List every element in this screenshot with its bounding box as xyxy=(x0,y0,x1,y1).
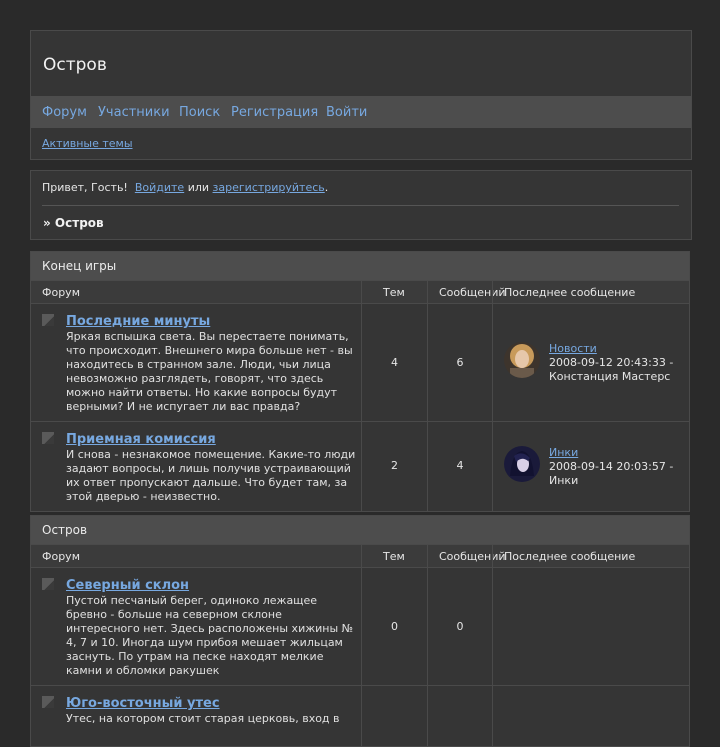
welcome-box: Привет, Гость! Войдите или зарегистрируй… xyxy=(30,170,692,240)
col-last-post: Последнее сообщение xyxy=(504,550,636,563)
forum-status-icon xyxy=(42,314,54,326)
register-link[interactable]: зарегистрируйтесь xyxy=(213,181,325,194)
col-posts: Сообщений xyxy=(439,286,506,299)
greeting-text: Привет, Гость! xyxy=(42,181,128,194)
forum-title-link[interactable]: Приемная комиссия xyxy=(66,432,216,447)
column-headers: Форум Тем Сообщений Последнее сообщение xyxy=(30,281,690,304)
dark-haired-avatar xyxy=(504,446,540,482)
active-topics-link[interactable]: Активные темы xyxy=(42,137,133,150)
forum-title-link[interactable]: Юго-восточный утес xyxy=(66,696,220,711)
category-title: Остров xyxy=(42,523,88,537)
col-topics: Тем xyxy=(383,286,405,299)
col-last-post: Последнее сообщение xyxy=(504,286,636,299)
forum-row: Юго-восточный утес Утес, на котором стои… xyxy=(30,686,690,747)
site-header: Остров Форум Участники Поиск Регистрация… xyxy=(30,30,692,160)
last-post-link[interactable]: Инки xyxy=(549,446,578,459)
nav-members[interactable]: Участники xyxy=(98,105,170,120)
category-end-game: Конец игры Форум Тем Сообщений Последнее… xyxy=(30,251,690,512)
last-post-meta: 2008-09-14 20:03:57 - Инки xyxy=(549,460,674,487)
forum-description: Пустой песчаный берег, одиноко лежащее б… xyxy=(66,594,354,677)
forum-row: Северный склон Пустой песчаный берег, од… xyxy=(30,568,690,686)
forum-title-link[interactable]: Последние минуты xyxy=(66,314,210,329)
category-header: Остров xyxy=(30,515,690,545)
nav-login[interactable]: Войти xyxy=(326,105,367,120)
posts-count: 6 xyxy=(456,356,464,369)
topics-count: 0 xyxy=(391,620,398,633)
col-posts: Сообщений xyxy=(439,550,506,563)
forum-description: Утес, на котором стоит старая церковь, в… xyxy=(66,712,340,725)
last-post-meta: 2008-09-12 20:43:33 - Констанция Мастерс xyxy=(549,356,674,383)
category-island: Остров Форум Тем Сообщений Последнее соо… xyxy=(30,515,690,747)
forum-title-link[interactable]: Северный склон xyxy=(66,578,189,593)
column-headers: Форум Тем Сообщений Последнее сообщение xyxy=(30,545,690,568)
greeting-line: Привет, Гость! Войдите или зарегистрируй… xyxy=(42,181,328,194)
breadcrumb: » Остров xyxy=(43,216,104,230)
login-link[interactable]: Войдите xyxy=(135,181,184,194)
forum-status-icon xyxy=(42,432,54,444)
divider xyxy=(42,205,679,206)
col-forum: Форум xyxy=(42,286,80,299)
category-title: Конец игры xyxy=(42,259,117,273)
topics-count: 4 xyxy=(391,356,398,369)
col-topics: Тем xyxy=(383,550,405,563)
or-text: или xyxy=(187,181,210,194)
forum-row: Приемная комиссия И снова - незнакомое п… xyxy=(30,422,690,512)
period-text: . xyxy=(324,181,329,194)
forum-row: Последние минуты Яркая вспышка света. Вы… xyxy=(30,304,690,422)
topics-count: 2 xyxy=(391,459,398,472)
nav-register[interactable]: Регистрация xyxy=(231,105,318,120)
main-nav: Форум Участники Поиск Регистрация Войти xyxy=(31,96,691,128)
forum-description: Яркая вспышка света. Вы перестаете поним… xyxy=(66,330,353,413)
nav-forum[interactable]: Форум xyxy=(42,105,87,120)
posts-count: 0 xyxy=(456,620,464,633)
woman-avatar xyxy=(504,342,540,378)
last-post-link[interactable]: Новости xyxy=(549,342,597,355)
col-forum: Форум xyxy=(42,550,80,563)
nav-search[interactable]: Поиск xyxy=(179,105,220,120)
forum-status-icon xyxy=(42,696,54,708)
forum-status-icon xyxy=(42,578,54,590)
posts-count: 4 xyxy=(456,459,464,472)
forum-description: И снова - незнакомое помещение. Какие-то… xyxy=(66,448,356,503)
category-header: Конец игры xyxy=(30,251,690,281)
site-title: Остров xyxy=(43,55,107,75)
